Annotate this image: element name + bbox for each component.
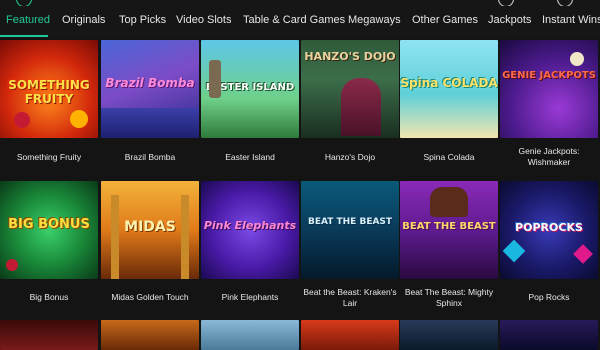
game-logo: HANZO'S DOJO <box>304 50 396 63</box>
game-title[interactable]: Beat The Beast: Mighty Sphinx <box>401 287 497 309</box>
game-title[interactable]: Pink Elephants <box>202 292 298 303</box>
game-logo: BEAT THE BEAST <box>307 217 393 227</box>
game-logo: Brazil Bomba <box>105 76 195 90</box>
game-title[interactable]: Pop Rocks <box>501 292 597 303</box>
tab-table-card-games[interactable]: Table & Card Games <box>243 12 345 28</box>
game-title[interactable]: Brazil Bomba <box>102 152 198 163</box>
game-tile[interactable] <box>0 320 98 350</box>
game-logo: POPROCKS <box>515 221 583 234</box>
game-tile-easter-island[interactable]: EASTER ISLAND <box>201 40 299 138</box>
sphinx-decoration <box>430 187 468 217</box>
jackpots-icon <box>498 0 514 6</box>
game-tile[interactable] <box>400 320 498 350</box>
pillar-decoration <box>111 195 119 279</box>
nav-icon-strip <box>0 0 600 6</box>
game-logo: BEAT THE BEAST <box>402 221 496 232</box>
game-logo: BIG BONUS <box>8 217 90 232</box>
game-tile-midas-golden-touch[interactable]: MIDAS <box>101 181 199 279</box>
game-title[interactable]: Midas Golden Touch <box>102 292 198 303</box>
game-tile[interactable] <box>500 320 598 350</box>
orange-decoration <box>70 110 88 128</box>
tab-instant-wins[interactable]: Instant Wins <box>542 12 600 28</box>
game-tile[interactable] <box>101 320 199 350</box>
tab-top-picks[interactable]: Top Picks <box>119 12 166 28</box>
game-logo: Spina COLADA <box>400 76 498 90</box>
active-tab-indicator <box>0 35 48 37</box>
game-title[interactable]: Hanzo's Dojo <box>302 152 398 163</box>
tab-megaways[interactable]: Megaways <box>348 12 401 28</box>
hill-decoration <box>101 108 199 138</box>
game-logo: Pink Elephants <box>203 219 297 232</box>
game-title[interactable]: Something Fruity <box>1 152 97 163</box>
instant-wins-icon <box>557 0 573 6</box>
game-tile-big-bonus[interactable]: BIG BONUS <box>0 181 98 279</box>
game-tile[interactable] <box>301 320 399 350</box>
tab-other-games[interactable]: Other Games <box>412 12 478 28</box>
game-tile-beat-the-beast-krakens-lair[interactable]: BEAT THE BEAST <box>301 181 399 279</box>
cherry-decoration <box>14 112 30 128</box>
moai-decoration <box>209 60 221 98</box>
featured-icon <box>16 0 32 6</box>
pillar-decoration <box>181 195 189 279</box>
cherry-decoration <box>6 259 18 271</box>
game-tile-brazil-bomba[interactable]: Brazil Bomba <box>101 40 199 138</box>
tab-video-slots[interactable]: Video Slots <box>176 12 231 28</box>
game-logo: GENIE JACKPOTS <box>502 70 596 81</box>
game-tile-pop-rocks[interactable]: POPROCKS <box>500 181 598 279</box>
category-nav: Featured Originals Top Picks Video Slots… <box>0 0 600 38</box>
game-tile-pink-elephants[interactable]: Pink Elephants <box>201 181 299 279</box>
game-logo: SOMETHING FRUITY <box>8 78 90 106</box>
game-title[interactable]: Easter Island <box>202 152 298 163</box>
game-tile-hanzos-dojo[interactable]: HANZO'S DOJO <box>301 40 399 138</box>
tab-jackpots[interactable]: Jackpots <box>488 12 531 28</box>
game-tile[interactable] <box>201 320 299 350</box>
moon-decoration <box>570 52 584 66</box>
gem-decoration <box>502 239 526 263</box>
game-tile-spina-colada[interactable]: Spina COLADA <box>400 40 498 138</box>
game-title[interactable]: Big Bonus <box>1 292 97 303</box>
game-title[interactable]: Spina Colada <box>401 152 497 163</box>
game-title[interactable]: Genie Jackpots: Wishmaker <box>501 146 597 168</box>
character-decoration <box>341 78 381 136</box>
game-tile-genie-jackpots-wishmaker[interactable]: GENIE JACKPOTS <box>500 40 598 138</box>
gem-decoration <box>573 244 593 264</box>
tab-featured[interactable]: Featured <box>6 12 50 28</box>
game-tile-something-fruity[interactable]: SOMETHING FRUITY <box>0 40 98 138</box>
tab-originals[interactable]: Originals <box>62 12 105 28</box>
game-tile-beat-the-beast-mighty-sphinx[interactable]: BEAT THE BEAST <box>400 181 498 279</box>
game-title[interactable]: Beat the Beast: Kraken's Lair <box>302 287 398 309</box>
